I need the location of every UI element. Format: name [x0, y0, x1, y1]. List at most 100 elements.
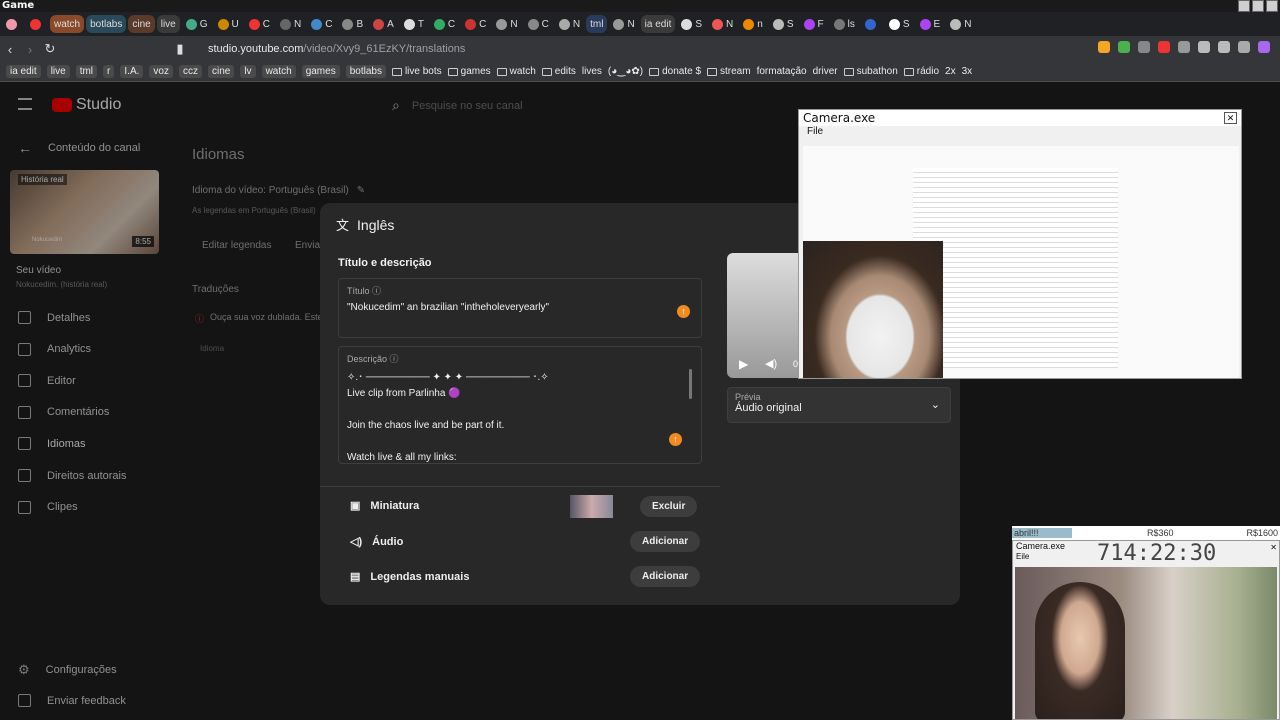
browser-tab[interactable]: A	[369, 15, 398, 33]
description-value: ✧.･ ───────── ✦ ✦ ✦ ───────── ･.✧ Live cl…	[347, 370, 693, 463]
browser-tab[interactable]: C	[307, 15, 336, 33]
browser-tab[interactable]: C	[245, 15, 274, 33]
bookmark-item[interactable]: cine	[207, 65, 235, 78]
browser-tab[interactable]: N	[946, 15, 975, 33]
extension-icon[interactable]	[1238, 41, 1250, 53]
dialog-header: 文 Inglês	[336, 215, 394, 234]
bookmark-label: formatação	[756, 66, 807, 77]
bookmark-item[interactable]: live	[46, 65, 70, 78]
profile-icon[interactable]	[1258, 41, 1270, 53]
browser-tab[interactable]: G	[182, 15, 212, 33]
bookmark-item[interactable]: botlabs	[345, 65, 386, 78]
upload-icon[interactable]: ↑	[669, 433, 682, 446]
extension-icon[interactable]	[1138, 41, 1150, 53]
url-field[interactable]: studio.youtube.com/video/Xvy9_61EzKY/tra…	[208, 43, 465, 55]
add-captions-button[interactable]: Adicionar	[630, 566, 701, 587]
close-icon[interactable]: ✕	[1270, 543, 1277, 552]
browser-tab[interactable]: N	[708, 15, 737, 33]
bookmark-item[interactable]: watch	[261, 65, 296, 78]
browser-tab[interactable]: N	[609, 15, 638, 33]
bookmark-item[interactable]: subathon	[843, 66, 898, 77]
description-line: Live clip from Parlinha 🟣	[347, 388, 461, 399]
browser-tab[interactable]	[26, 15, 48, 33]
bookmark-item[interactable]: rádio	[903, 66, 939, 77]
browser-tab[interactable]: E	[916, 15, 945, 33]
browser-tab[interactable]: n	[739, 15, 767, 33]
browser-tab[interactable]: tml	[586, 15, 608, 33]
browser-tab[interactable]: T	[400, 15, 428, 33]
title-field[interactable]: Título ⓘ "Nokucedim" an brazilian "inthe…	[338, 278, 702, 338]
bookmark-icon[interactable]: ▮	[170, 41, 190, 57]
upload-icon[interactable]: ↑	[677, 305, 690, 318]
bookmark-item[interactable]: (◕‿◕✿)	[608, 66, 643, 77]
bookmark-item[interactable]: I.A.	[120, 65, 144, 78]
browser-tab[interactable]: N	[276, 15, 305, 33]
close-button[interactable]	[1266, 0, 1278, 12]
bookmark-item[interactable]: lives	[582, 66, 602, 77]
browser-tab[interactable]: S	[769, 15, 798, 33]
back-icon[interactable]: ‹	[0, 42, 20, 57]
bookmark-item[interactable]: voz	[149, 65, 173, 78]
chevron-down-icon: ⌄	[930, 399, 940, 411]
browser-tab[interactable]	[2, 15, 24, 33]
bookmark-item[interactable]: watch	[496, 66, 536, 77]
bookmark-item[interactable]: 3x	[962, 66, 973, 77]
scrollbar[interactable]	[689, 369, 692, 399]
bookmark-item[interactable]: r	[103, 65, 115, 78]
video-preview[interactable]: ▶ ◀) 0:	[727, 253, 807, 378]
browser-tab[interactable]: N	[492, 15, 521, 33]
bookmark-item[interactable]: tml	[75, 65, 98, 78]
bookmark-item[interactable]: games	[301, 65, 340, 78]
browser-tab[interactable]: B	[338, 15, 367, 33]
browser-tab[interactable]: live	[156, 15, 180, 33]
bookmark-item[interactable]: ccz	[178, 65, 202, 78]
close-icon[interactable]: ✕	[1224, 112, 1237, 124]
browser-tab[interactable]: F	[800, 15, 828, 33]
bookmark-item[interactable]: donate $	[649, 66, 701, 77]
browser-tab[interactable]: S	[677, 15, 706, 33]
maximize-button[interactable]	[1252, 0, 1264, 12]
bookmark-item[interactable]: 2x	[945, 66, 956, 77]
browser-tab[interactable]: S	[885, 15, 914, 33]
browser-tab[interactable]: C	[461, 15, 490, 33]
bookmark-item[interactable]: driver	[813, 66, 838, 77]
audio-label: Áudio	[372, 535, 404, 548]
forward-icon[interactable]: ›	[20, 42, 40, 57]
browser-tab[interactable]: cine	[128, 15, 155, 33]
minimize-button[interactable]	[1238, 0, 1250, 12]
bookmark-item[interactable]: games	[447, 66, 491, 77]
bookmark-label: watch	[509, 66, 536, 77]
bookmark-item[interactable]: stream	[707, 66, 751, 77]
volume-icon[interactable]: ◀)	[765, 357, 777, 370]
bookmark-item[interactable]: edits	[541, 66, 576, 77]
preview-select[interactable]: Prévia Áudio original ⌄	[727, 387, 951, 423]
download-icon[interactable]	[1218, 41, 1230, 53]
play-icon[interactable]: ▶	[739, 357, 748, 371]
bookmark-item[interactable]: live bots	[391, 66, 442, 77]
bookmark-item[interactable]: formatação	[757, 66, 807, 77]
browser-tab[interactable]: C	[430, 15, 459, 33]
extension-icon[interactable]	[1118, 41, 1130, 53]
browser-tab[interactable]: N	[555, 15, 584, 33]
reload-icon[interactable]: ↻	[40, 41, 60, 57]
browser-tab[interactable]: C	[524, 15, 553, 33]
browser-tab[interactable]: ls	[830, 15, 859, 33]
extension-icon[interactable]	[1158, 41, 1170, 53]
add-audio-button[interactable]: Adicionar	[630, 531, 701, 552]
extension-icon[interactable]	[1098, 41, 1110, 53]
camera-file-menu[interactable]: File	[799, 126, 1241, 140]
folder-icon	[707, 67, 718, 76]
extension-icon[interactable]	[1178, 41, 1190, 53]
bookmark-label: (◕‿◕✿)	[607, 66, 644, 77]
browser-tab[interactable]: ia edit	[640, 15, 676, 33]
browser-tab[interactable]: U	[214, 15, 243, 33]
browser-tab[interactable]	[861, 15, 883, 33]
bookmark-item[interactable]: ia edit	[6, 65, 41, 78]
delete-thumbnail-button[interactable]: Excluir	[640, 496, 698, 517]
bookmark-label: botlabs	[349, 66, 382, 77]
browser-tab[interactable]: watch	[50, 15, 85, 33]
extension-icon[interactable]	[1198, 41, 1210, 53]
browser-tab[interactable]: botlabs	[86, 15, 127, 33]
bookmark-item[interactable]: lv	[240, 65, 256, 78]
description-field[interactable]: Descrição ⓘ ✧.･ ───────── ✦ ✦ ✦ ────────…	[338, 346, 702, 464]
